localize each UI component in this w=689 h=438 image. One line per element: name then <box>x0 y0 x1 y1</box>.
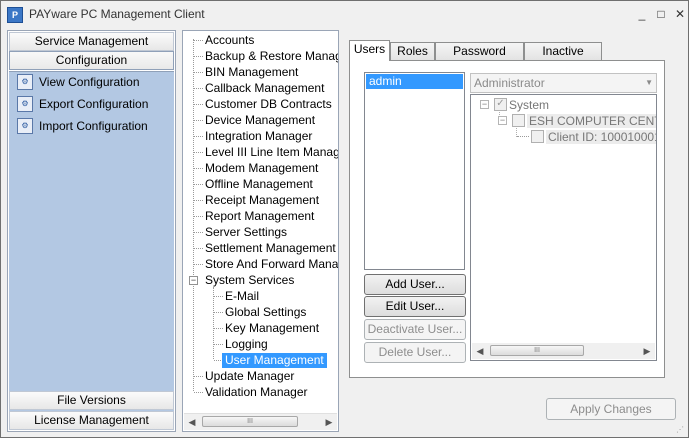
tree-item-key-management[interactable]: Key Management <box>225 321 319 336</box>
system-collapse-toggle[interactable]: − <box>480 100 489 109</box>
tree-line <box>213 287 214 359</box>
tree-item-server-settings[interactable]: Server Settings <box>205 225 287 240</box>
tree-item-bin-management[interactable]: BIN Management <box>205 65 298 80</box>
tree-horizontal-scrollbar[interactable]: ◀ III ▶ <box>184 413 337 430</box>
scroll-right-icon[interactable]: ▶ <box>321 414 337 430</box>
users-tab-panel: admin Add User... Edit User... Deactivat… <box>349 60 665 378</box>
navigation-pane: Service Management Configuration ⚙ View … <box>7 30 176 432</box>
tab-password-policy[interactable]: Password Policy <box>435 42 524 75</box>
chevron-down-icon: ▼ <box>645 78 653 87</box>
tree-item-logging[interactable]: Logging <box>225 337 268 352</box>
tab-roles[interactable]: Roles <box>390 42 435 60</box>
tree-item-integration-manager[interactable]: Integration Manager <box>205 129 312 144</box>
scroll-left-icon[interactable]: ◀ <box>472 343 488 359</box>
tree-item-callback-management[interactable]: Callback Management <box>205 81 324 96</box>
tree-item-e-mail[interactable]: E-Mail <box>225 289 259 304</box>
nav-service-management[interactable]: Service Management <box>9 32 174 51</box>
deactivate-user-button[interactable]: Deactivate User... <box>364 319 466 340</box>
scroll-left-icon[interactable]: ◀ <box>184 414 200 430</box>
scroll-right-icon[interactable]: ▶ <box>639 343 655 359</box>
role-tree-center-label: ESH COMPUTER CENTER <box>527 114 656 128</box>
tree-item-settlement-management[interactable]: Settlement Management <box>205 241 336 256</box>
add-user-button[interactable]: Add User... <box>364 274 466 295</box>
module-tree: − Accounts Backup & Restore Manager BIN … <box>182 30 339 432</box>
tree-item-store-and-forward[interactable]: Store And Forward Manager <box>205 257 338 272</box>
role-permission-tree: − ✓ System − ESH COMPUTER CENTER Client … <box>470 94 657 361</box>
tree-item-device-management[interactable]: Device Management <box>205 113 315 128</box>
tree-item-validation-manager[interactable]: Validation Manager <box>205 385 308 400</box>
tree-item-system-services[interactable]: System Services <box>205 273 294 288</box>
tree-item-user-management[interactable]: User Management <box>222 353 327 368</box>
configuration-panel: ⚙ View Configuration ⚙ Export Configurat… <box>9 71 174 420</box>
tree-item-customer-db-contracts[interactable]: Customer DB Contracts <box>205 97 332 112</box>
tree-item-global-settings[interactable]: Global Settings <box>225 305 306 320</box>
nav-item-label: Import Configuration <box>39 119 148 133</box>
tree-item-accounts[interactable]: Accounts <box>205 33 254 48</box>
delete-user-button[interactable]: Delete User... <box>364 342 466 363</box>
title-bar: P PAYware PC Management Client _ □ ✕ <box>1 1 688 28</box>
tab-users[interactable]: Users <box>349 40 390 61</box>
system-checkbox[interactable]: ✓ <box>494 98 507 111</box>
nav-configuration[interactable]: Configuration <box>9 51 174 70</box>
tree-item-update-manager[interactable]: Update Manager <box>205 369 294 384</box>
role-select-value: Administrator <box>474 76 545 90</box>
role-select[interactable]: Administrator ▼ <box>470 73 657 93</box>
export-config-icon: ⚙ <box>17 96 33 112</box>
tree-item-receipt-management[interactable]: Receipt Management <box>205 193 319 208</box>
role-tree-client-label: Client ID: 100010001 <box>546 130 656 144</box>
client-checkbox[interactable] <box>531 130 544 143</box>
center-checkbox[interactable] <box>512 114 525 127</box>
tab-inactive-users[interactable]: Inactive Users <box>524 42 602 75</box>
tree-line <box>193 39 194 391</box>
apply-changes-button[interactable]: Apply Changes <box>546 398 676 420</box>
main-window: P PAYware PC Management Client _ □ ✕ Ser… <box>0 0 689 438</box>
window-title: PAYware PC Management Client <box>29 7 205 21</box>
system-services-collapse-toggle[interactable]: − <box>189 276 198 285</box>
list-item[interactable]: admin <box>366 74 463 89</box>
nav-license-management[interactable]: License Management <box>9 411 174 430</box>
user-list[interactable]: admin <box>364 72 465 270</box>
app-icon: P <box>7 7 23 23</box>
tree-item-backup-restore[interactable]: Backup & Restore Manager <box>205 49 338 64</box>
scroll-thumb[interactable]: III <box>202 416 298 427</box>
close-button[interactable]: ✕ <box>672 7 688 21</box>
center-collapse-toggle[interactable]: − <box>498 116 507 125</box>
maximize-button[interactable]: □ <box>653 7 669 21</box>
tree-item-report-management[interactable]: Report Management <box>205 209 314 224</box>
nav-item-label: View Configuration <box>39 75 140 89</box>
resize-grip-icon[interactable]: ⋰ <box>676 425 686 435</box>
nav-file-versions[interactable]: File Versions <box>9 391 174 410</box>
scroll-thumb[interactable]: III <box>490 345 584 356</box>
nav-item-label: Export Configuration <box>39 97 149 111</box>
edit-user-button[interactable]: Edit User... <box>364 296 466 317</box>
role-tree-horizontal-scrollbar[interactable]: ◀ III ▶ <box>472 343 655 359</box>
minimize-button[interactable]: _ <box>634 7 650 21</box>
view-config-icon: ⚙ <box>17 74 33 90</box>
import-config-icon: ⚙ <box>17 118 33 134</box>
tree-item-offline-management[interactable]: Offline Management <box>205 177 313 192</box>
tree-item-level-iii[interactable]: Level III Line Item Managem <box>205 145 338 160</box>
tree-item-modem-management[interactable]: Modem Management <box>205 161 318 176</box>
role-tree-system-label: System <box>509 98 550 112</box>
